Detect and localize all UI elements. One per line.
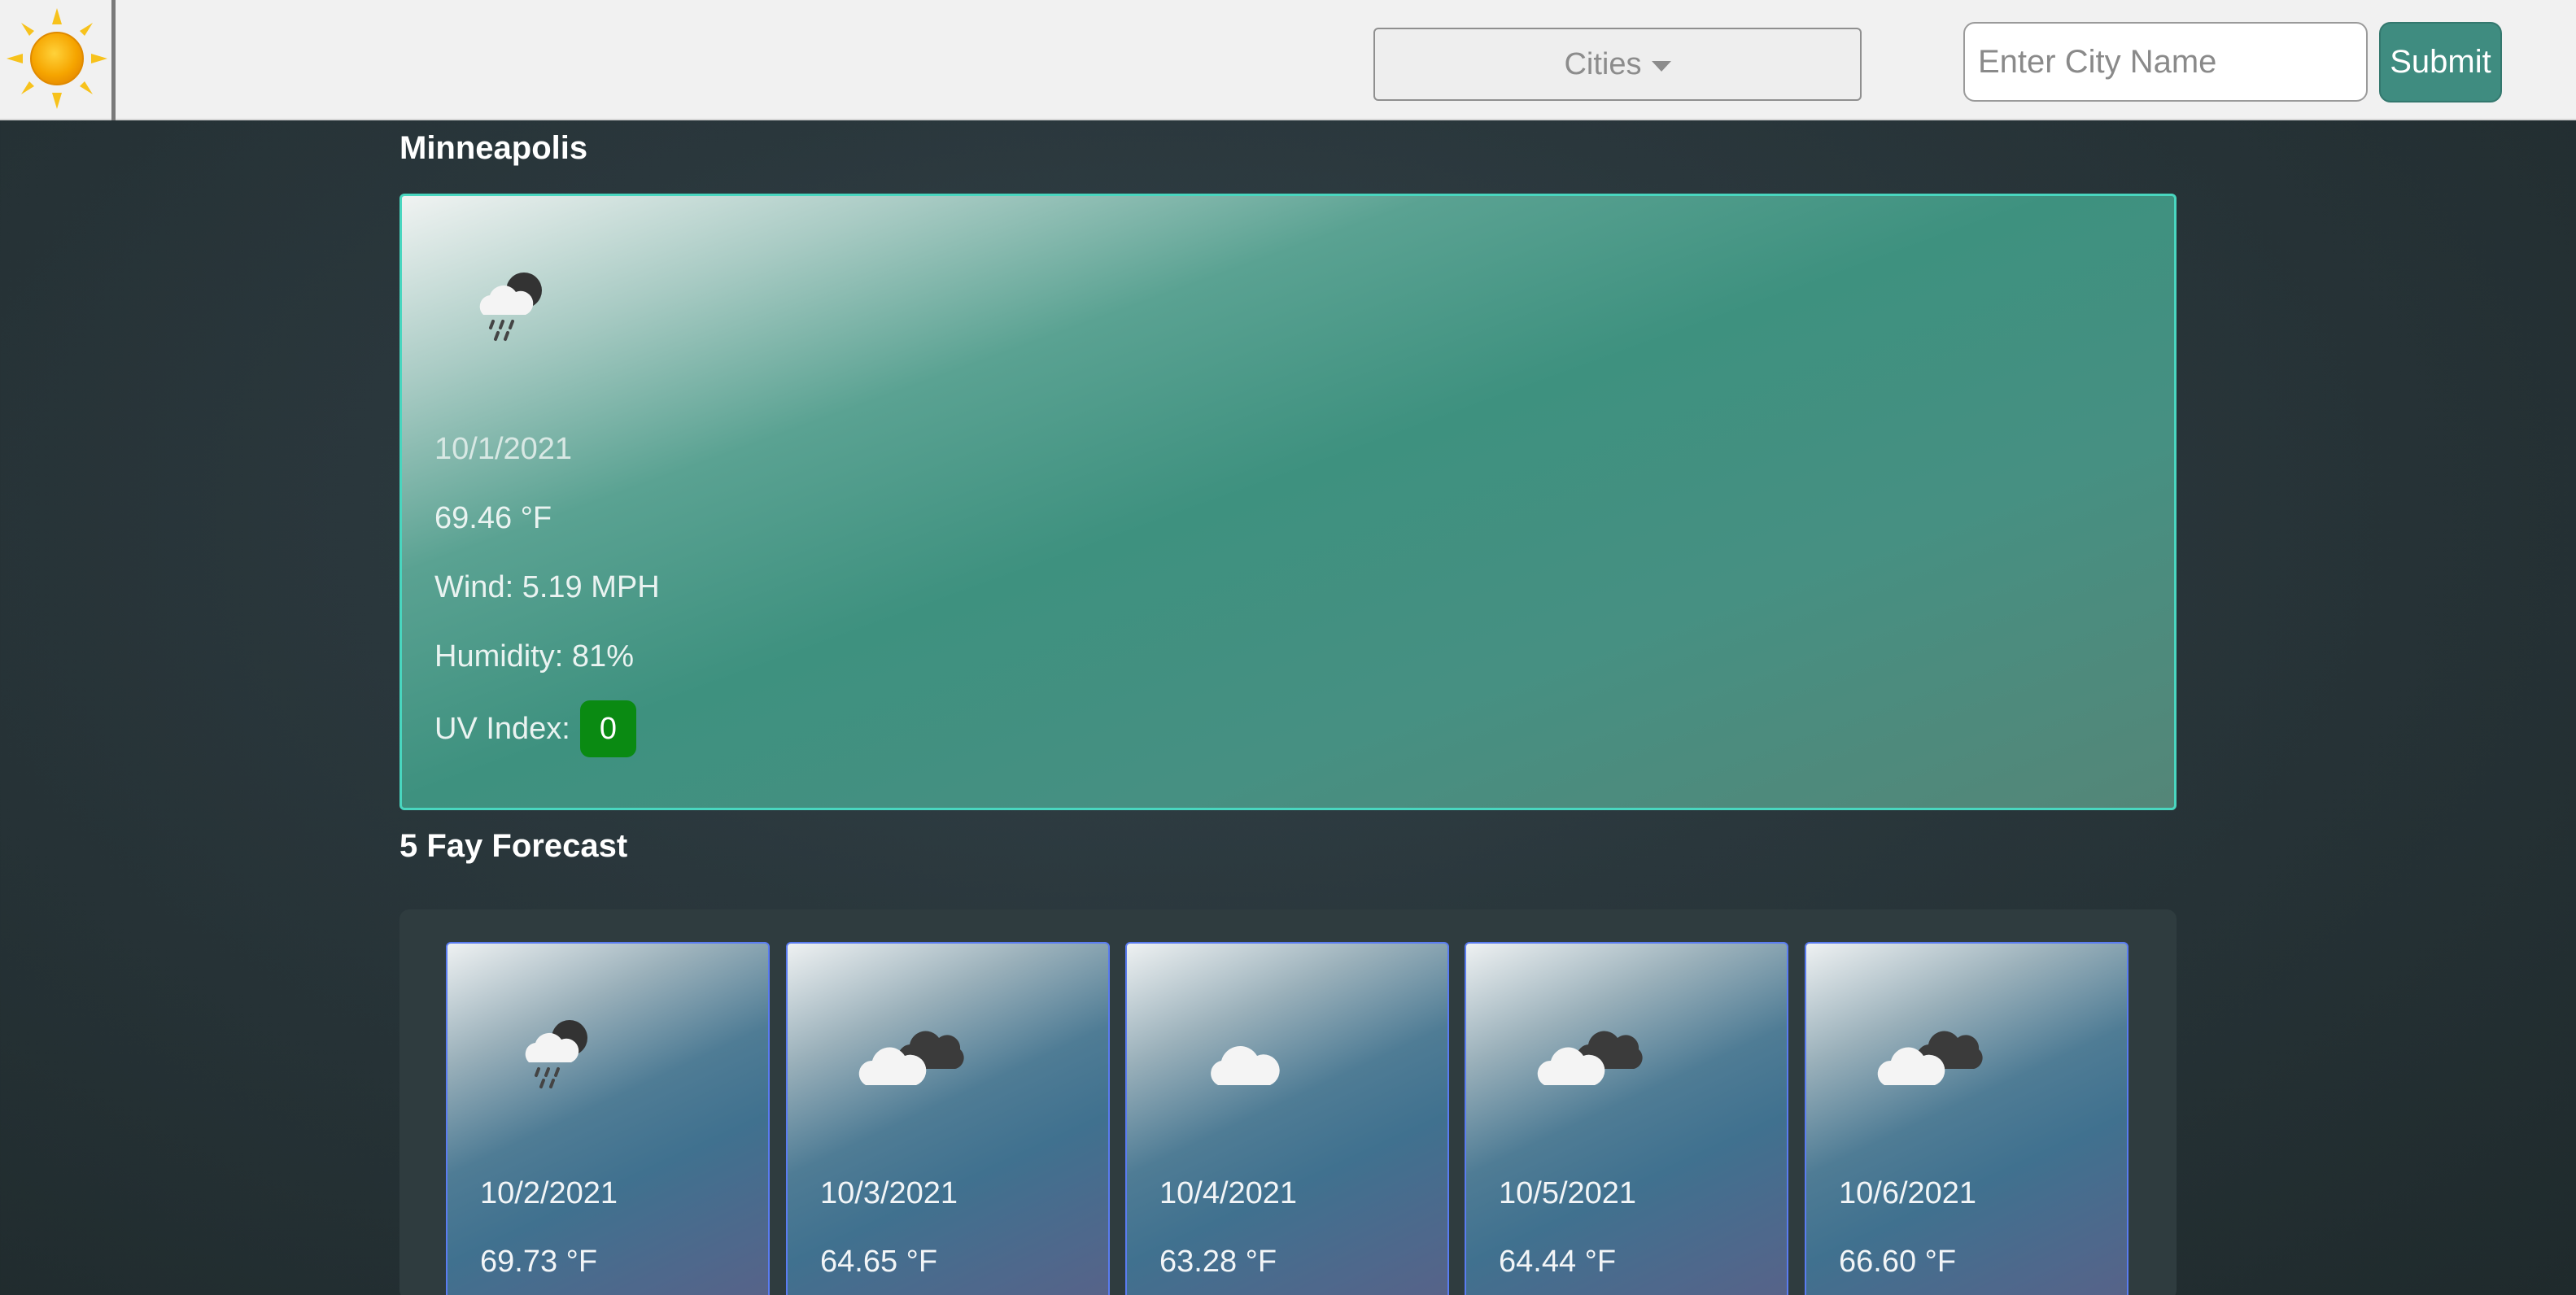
- forecast-title: 5 Fay Forecast: [399, 828, 628, 864]
- logo: [0, 0, 116, 120]
- broken-clouds-icon: [858, 1031, 964, 1085]
- navbar: Cities Submit: [0, 0, 2576, 120]
- forecast-temperature: 64.44 °F: [1499, 1245, 1617, 1279]
- current-wind: Wind: 5.19 MPH: [434, 570, 660, 604]
- forecast-temperature: 63.28 °F: [1159, 1245, 1277, 1279]
- broken-clouds-icon: [1877, 1031, 1983, 1085]
- forecast-card: 10/5/2021 64.44 °F: [1465, 942, 1788, 1295]
- uv-index-label: UV Index:: [434, 711, 570, 746]
- forecast-card: 10/2/2021 69.73 °F: [446, 942, 770, 1295]
- forecast-card: 10/6/2021 66.60 °F: [1805, 942, 2128, 1295]
- forecast-temperature: 69.73 °F: [480, 1245, 598, 1279]
- forecast-temperature: 64.65 °F: [820, 1245, 938, 1279]
- caret-down-icon: [1651, 60, 1671, 72]
- cities-dropdown-label: Cities: [1564, 46, 1642, 81]
- forecast-date: 10/5/2021: [1499, 1176, 1637, 1210]
- uv-index-badge: 0: [579, 700, 637, 757]
- city-name-input[interactable]: [1963, 22, 2368, 102]
- cloud-icon: [1211, 1046, 1280, 1085]
- current-temperature: 69.46 °F: [434, 501, 552, 535]
- city-title: Minneapolis: [399, 130, 588, 166]
- forecast-date: 10/4/2021: [1159, 1176, 1298, 1210]
- sun-logo-icon: [7, 8, 107, 109]
- current-uv-index: UV Index: 0: [434, 700, 637, 757]
- submit-button[interactable]: Submit: [2379, 22, 2502, 102]
- forecast-card: 10/3/2021 64.65 °F: [786, 942, 1110, 1295]
- current-weather-card: 10/1/2021 69.46 °F Wind: 5.19 MPH Humidi…: [399, 194, 2177, 810]
- cities-dropdown[interactable]: Cities: [1373, 28, 1862, 101]
- forecast-date: 10/2/2021: [480, 1176, 618, 1210]
- forecast-date: 10/3/2021: [820, 1176, 958, 1210]
- current-humidity: Humidity: 81%: [434, 639, 634, 674]
- forecast-temperature: 66.60 °F: [1839, 1245, 1957, 1279]
- current-date: 10/1/2021: [434, 432, 573, 466]
- forecast-card: 10/4/2021 63.28 °F: [1125, 942, 1449, 1295]
- rain-night-icon: [525, 1020, 587, 1088]
- broken-clouds-icon: [1537, 1031, 1643, 1085]
- rain-night-icon: [479, 273, 542, 341]
- forecast-date: 10/6/2021: [1839, 1176, 1977, 1210]
- forecast-panel: 10/2/2021 69.73 °F 10/3/2021 64.65 °F 10…: [399, 909, 2177, 1295]
